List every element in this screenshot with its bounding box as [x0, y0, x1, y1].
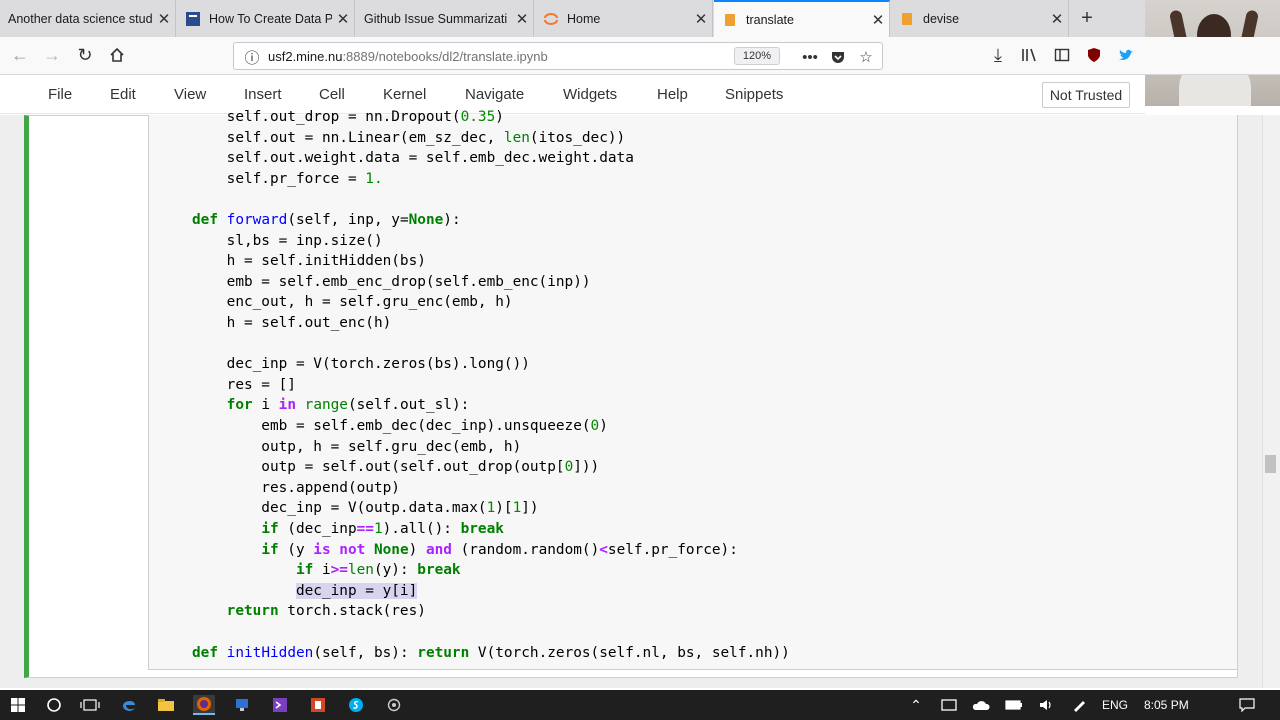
- back-arrow-icon[interactable]: ←: [8, 43, 32, 67]
- url-text: usf2.mine.nu:8889/notebooks/dl2/translat…: [268, 49, 548, 64]
- code-line[interactable]: outp = self.out(self.out_drop(outp[0])): [192, 457, 599, 477]
- onedrive-icon[interactable]: [970, 695, 992, 715]
- code-line[interactable]: if (y is not None) and (random.random()<…: [192, 540, 738, 560]
- menu-edit[interactable]: Edit: [110, 86, 136, 103]
- tab-data-science[interactable]: Another data science stud ✕: [0, 0, 176, 37]
- menu-snippets[interactable]: Snippets: [725, 86, 783, 103]
- clock[interactable]: 8:05 PM: [1144, 698, 1189, 712]
- zoom-level[interactable]: 120%: [734, 47, 780, 65]
- pocket-icon[interactable]: [828, 47, 848, 67]
- download-icon[interactable]: ⤓: [986, 43, 1010, 67]
- file-explorer-icon[interactable]: [155, 695, 177, 715]
- code-line[interactable]: def forward(self, inp, y=None):: [192, 210, 461, 230]
- code-line[interactable]: sl,bs = inp.size(): [192, 231, 383, 251]
- ublock-icon[interactable]: [1082, 43, 1106, 67]
- remote-desktop-icon[interactable]: [231, 695, 253, 715]
- windows-start-icon[interactable]: [7, 695, 29, 715]
- code-line[interactable]: outp, h = self.gru_dec(emb, h): [192, 437, 521, 457]
- menu-kernel[interactable]: Kernel: [383, 86, 426, 103]
- code-line[interactable]: emb = self.emb_enc_drop(self.emb_enc(inp…: [192, 272, 591, 292]
- tab-title: translate: [746, 12, 794, 27]
- home-icon[interactable]: [105, 43, 129, 67]
- cortana-icon[interactable]: [43, 695, 65, 715]
- not-trusted-button[interactable]: Not Trusted: [1042, 82, 1130, 108]
- tab-title: Home: [567, 11, 601, 26]
- code-line[interactable]: res = []: [192, 375, 296, 395]
- code-line[interactable]: dec_inp = V(torch.zeros(bs).long()): [192, 354, 530, 374]
- bookmark-star-icon[interactable]: ☆: [856, 47, 876, 67]
- browser-tab-bar: Another data science stud ✕ How To Creat…: [0, 0, 1280, 37]
- close-icon[interactable]: ✕: [511, 10, 533, 28]
- notifications-icon[interactable]: [1236, 695, 1258, 715]
- code-line[interactable]: self.out.weight.data = self.emb_dec.weig…: [192, 148, 634, 168]
- skype-icon[interactable]: [345, 695, 367, 715]
- close-icon[interactable]: ✕: [1046, 10, 1068, 28]
- code-line[interactable]: enc_out, h = self.gru_enc(emb, h): [192, 292, 513, 312]
- settings-gear-icon[interactable]: [383, 695, 405, 715]
- menu-file[interactable]: File: [48, 86, 72, 103]
- menu-cell[interactable]: Cell: [319, 86, 345, 103]
- code-line[interactable]: res.append(outp): [192, 478, 400, 498]
- more-icon[interactable]: •••: [800, 47, 820, 67]
- url-bar[interactable]: ⓘ usf2.mine.nu:8889/notebooks/dl2/transl…: [233, 42, 883, 70]
- info-icon[interactable]: ⓘ: [242, 47, 262, 67]
- close-icon[interactable]: ✕: [332, 10, 354, 28]
- code-line[interactable]: emb = self.emb_dec(dec_inp).unsqueeze(0): [192, 416, 608, 436]
- scrollbar-thumb[interactable]: [1265, 455, 1276, 473]
- tab-title: devise: [923, 11, 960, 26]
- close-icon[interactable]: ✕: [153, 10, 175, 28]
- new-tab-button[interactable]: +: [1074, 0, 1100, 37]
- close-icon[interactable]: ✕: [690, 10, 712, 28]
- code-line[interactable]: if i>=len(y): break: [192, 560, 461, 580]
- code-line[interactable]: return torch.stack(res): [192, 601, 426, 621]
- task-view-icon[interactable]: [79, 695, 101, 715]
- menu-navigate[interactable]: Navigate: [465, 86, 524, 103]
- jupyter-icon: [543, 11, 559, 27]
- page-icon: [185, 11, 201, 27]
- notebook-icon: [722, 12, 738, 28]
- jupyter-menubar: File Edit View Insert Cell Kernel Naviga…: [0, 76, 1145, 114]
- windows-taskbar: ⌃ ENG 8:05 PM: [0, 690, 1280, 720]
- code-line[interactable]: self.out = nn.Linear(em_sz_dec, len(itos…: [192, 128, 626, 148]
- menu-help[interactable]: Help: [657, 86, 688, 103]
- twitter-icon[interactable]: [1114, 43, 1138, 67]
- sidebar-icon[interactable]: [1050, 43, 1074, 67]
- forward-arrow-icon[interactable]: →: [40, 43, 64, 67]
- tab-home[interactable]: Home ✕: [535, 0, 713, 37]
- tab-title: Another data science stud: [8, 11, 153, 26]
- firefox-icon[interactable]: [193, 695, 215, 715]
- vertical-scrollbar[interactable]: [1262, 115, 1280, 688]
- tab-create-data[interactable]: How To Create Data P ✕: [177, 0, 355, 37]
- notebook-icon: [899, 11, 915, 27]
- chevron-up-icon[interactable]: ⌃: [905, 695, 927, 715]
- pen-icon[interactable]: [1068, 695, 1090, 715]
- code-line[interactable]: dec_inp = V(outp.data.max(1)[1]): [192, 498, 538, 518]
- meet-now-icon[interactable]: [938, 695, 960, 715]
- tab-translate[interactable]: translate ✕: [714, 0, 890, 37]
- code-line[interactable]: self.out_drop = nn.Dropout(0.35): [192, 107, 504, 127]
- close-icon[interactable]: ✕: [867, 11, 889, 29]
- reload-icon[interactable]: ↻: [73, 43, 97, 67]
- menu-view[interactable]: View: [174, 86, 206, 103]
- menu-widgets[interactable]: Widgets: [563, 86, 617, 103]
- code-line[interactable]: self.pr_force = 1.: [192, 169, 383, 189]
- library-icon[interactable]: [1018, 43, 1042, 67]
- tab-title: How To Create Data P: [209, 11, 332, 26]
- code-line[interactable]: for i in range(self.out_sl):: [192, 395, 470, 415]
- battery-icon[interactable]: [1003, 695, 1025, 715]
- code-line[interactable]: def initHidden(self, bs): return V(torch…: [192, 643, 790, 663]
- code-line[interactable]: if (dec_inp==1).all(): break: [192, 519, 504, 539]
- tab-github-issue[interactable]: Github Issue Summarizati ✕: [356, 0, 534, 37]
- edge-icon[interactable]: [118, 695, 140, 715]
- menu-insert[interactable]: Insert: [244, 86, 282, 103]
- powerpoint-icon[interactable]: [307, 695, 329, 715]
- tab-devise[interactable]: devise ✕: [891, 0, 1069, 37]
- code-line[interactable]: dec_inp = y[i]: [192, 581, 418, 601]
- tab-title: Github Issue Summarizati: [364, 11, 508, 26]
- code-line[interactable]: h = self.initHidden(bs): [192, 251, 426, 271]
- visual-studio-icon[interactable]: [269, 695, 291, 715]
- volume-icon[interactable]: [1035, 695, 1057, 715]
- input-language[interactable]: ENG: [1102, 698, 1128, 712]
- code-line[interactable]: h = self.out_enc(h): [192, 313, 392, 333]
